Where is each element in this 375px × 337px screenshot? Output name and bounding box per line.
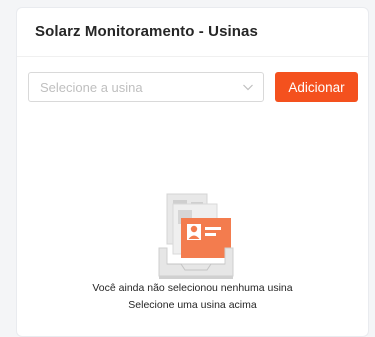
header-divider [17,56,368,57]
card-title: Solarz Monitoramento - Usinas [35,23,258,40]
add-usina-button[interactable]: Adicionar [275,72,358,102]
empty-state-message: Você ainda não selecionou nenhuma usina [92,282,293,294]
usina-select-placeholder: Selecione a usina [40,80,143,95]
chevron-down-icon [243,84,253,91]
empty-documents-icon [158,193,234,279]
empty-state-hint: Selecione uma usina acima [128,299,257,311]
usinas-card: Solarz Monitoramento - Usinas Selecione … [16,7,369,337]
usina-select[interactable]: Selecione a usina [28,72,264,102]
